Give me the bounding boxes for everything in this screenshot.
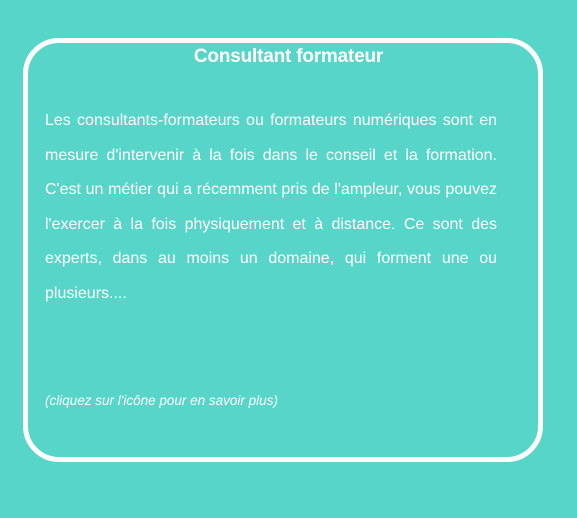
card-hint: (cliquez sur l'icône pour en savoir plus… xyxy=(45,393,278,408)
card-description: Les consultants-formateurs ou formateurs… xyxy=(45,112,497,302)
card-title: Consultant formateur xyxy=(193,46,384,67)
